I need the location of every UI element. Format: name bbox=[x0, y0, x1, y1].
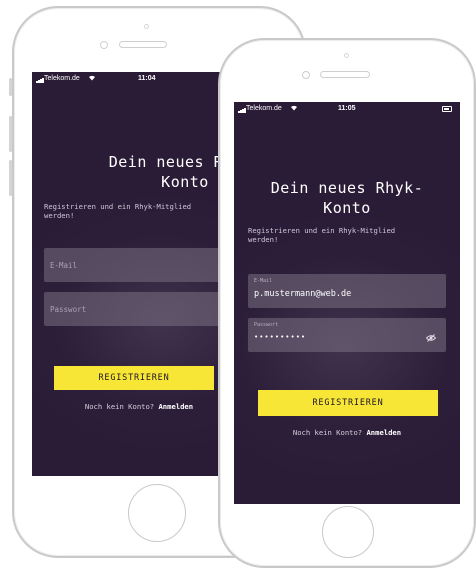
wifi-icon bbox=[88, 74, 96, 83]
eye-slash-icon[interactable] bbox=[425, 327, 437, 342]
login-link[interactable]: Anmelden bbox=[158, 402, 193, 411]
carrier-label: Telekom.de bbox=[44, 75, 80, 82]
password-field[interactable]: Passwort •••••••••• bbox=[248, 318, 446, 352]
email-placeholder: E-Mail bbox=[50, 261, 78, 270]
login-prompt: Noch kein Konto? Anmelden bbox=[234, 428, 460, 437]
login-prompt-text: Noch kein Konto? bbox=[292, 428, 363, 437]
home-button bbox=[128, 484, 186, 542]
status-bar: Telekom.de 11:05 bbox=[234, 102, 460, 116]
proximity-sensor bbox=[144, 24, 149, 29]
password-placeholder: Passwort bbox=[50, 305, 87, 314]
password-value: •••••••••• bbox=[254, 333, 307, 341]
carrier-label: Telekom.de bbox=[246, 105, 282, 112]
clock: 11:05 bbox=[338, 105, 356, 112]
earpiece-speaker bbox=[119, 41, 167, 48]
register-button[interactable]: REGISTRIEREN bbox=[258, 390, 438, 416]
earpiece-speaker bbox=[320, 71, 370, 78]
register-button[interactable]: REGISTRIEREN bbox=[54, 366, 214, 390]
front-camera bbox=[100, 41, 108, 49]
login-link[interactable]: Anmelden bbox=[366, 428, 401, 437]
volume-up-button bbox=[9, 116, 12, 152]
page-subtitle: Registrieren und ein Rhyk-Mitglied werde… bbox=[248, 226, 396, 244]
signal-icon bbox=[238, 106, 246, 113]
email-field[interactable]: E-Mail p.mustermann@web.de bbox=[248, 274, 446, 308]
battery-icon bbox=[442, 106, 452, 112]
page-title: Dein neues Rhyk- Konto bbox=[270, 179, 424, 217]
email-label: E-Mail bbox=[254, 278, 273, 284]
home-button bbox=[322, 506, 374, 558]
screen-front: Telekom.de 11:05 Dein neues Rhyk- Konto … bbox=[234, 102, 460, 504]
email-value: p.mustermann@web.de bbox=[254, 289, 352, 299]
volume-down-button bbox=[9, 160, 12, 196]
front-camera bbox=[302, 71, 310, 79]
password-label: Passwort bbox=[254, 322, 279, 328]
phone-front: Telekom.de 11:05 Dein neues Rhyk- Konto … bbox=[218, 38, 476, 568]
signal-icon bbox=[36, 76, 44, 83]
wifi-icon bbox=[290, 104, 298, 113]
login-prompt-text: Noch kein Konto? bbox=[84, 402, 155, 411]
proximity-sensor bbox=[344, 53, 349, 58]
mute-switch bbox=[9, 78, 12, 96]
clock: 11:04 bbox=[138, 75, 156, 82]
